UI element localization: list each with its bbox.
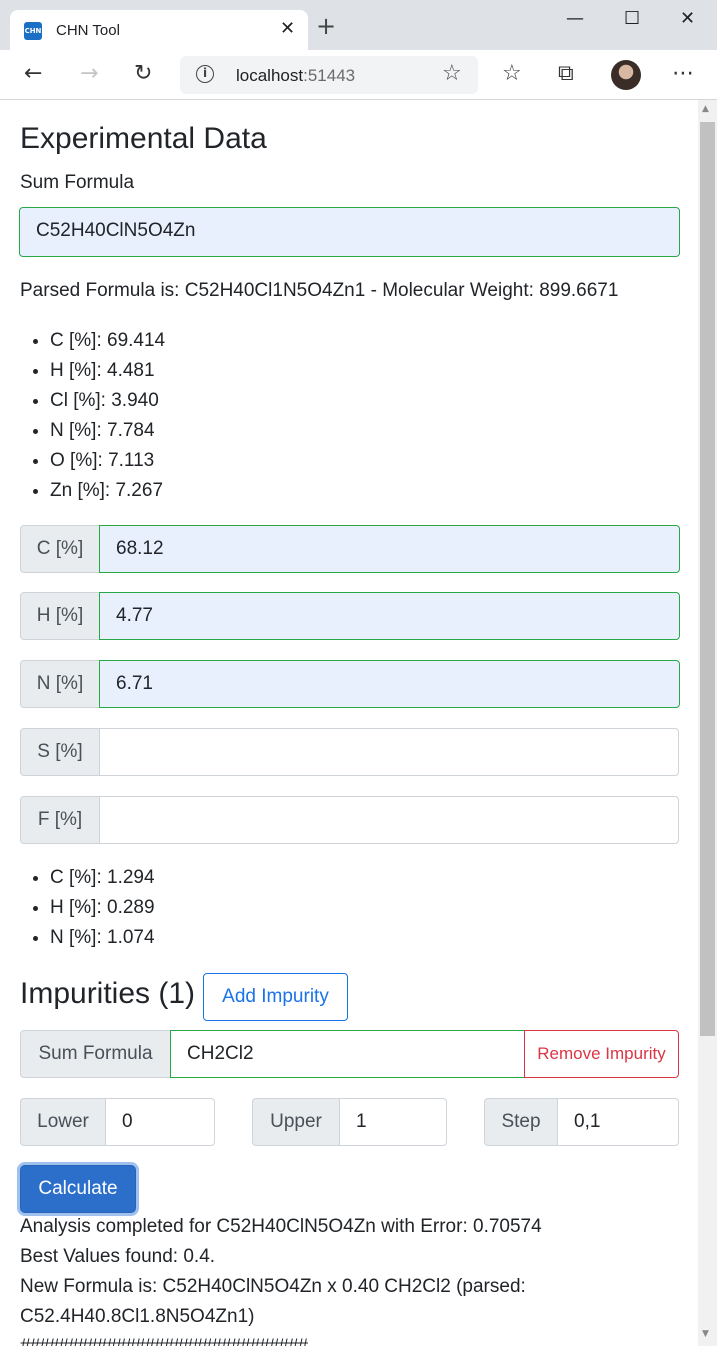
parsed-formula-text: Parsed Formula is: C52H40Cl1N5O4Zn1 - Mo… xyxy=(20,280,619,301)
page-content: Experimental Data Sum Formula C52H40ClN5… xyxy=(0,100,698,1346)
nitrogen-percent-input[interactable]: 6.71 xyxy=(99,660,680,708)
forward-icon[interactable]: → xyxy=(80,60,98,88)
list-item: N [%]: 1.074 xyxy=(50,923,155,953)
result-line-new-formula: New Formula is: C52H40ClN5O4Zn x 0.40 CH… xyxy=(20,1276,526,1297)
impurities-heading: Impurities (1) xyxy=(20,977,196,1010)
lower-label: Lower xyxy=(20,1098,106,1146)
fluorine-label: F [%] xyxy=(20,796,100,844)
result-line-analysis: Analysis completed for C52H40ClN5O4Zn wi… xyxy=(20,1216,542,1237)
browser-toolbar: ← → ↻ i localhost:51443 ☆ ☆ ⧉ ⋯ xyxy=(0,50,717,100)
list-item: O [%]: 7.113 xyxy=(50,446,165,476)
page-scrollbar[interactable]: ▲ ▼ xyxy=(698,100,717,1346)
upper-input[interactable]: 1 xyxy=(339,1098,447,1146)
refresh-icon[interactable]: ↻ xyxy=(134,60,152,88)
nitrogen-label: N [%] xyxy=(20,660,100,708)
sulfur-percent-input[interactable] xyxy=(99,728,679,776)
experimental-data-heading: Experimental Data xyxy=(20,122,267,155)
window-close-icon[interactable]: ✕ xyxy=(680,8,695,29)
list-item: H [%]: 4.481 xyxy=(50,356,165,386)
hydrogen-percent-input[interactable]: 4.77 xyxy=(99,592,680,640)
tab-title: CHN Tool xyxy=(56,22,120,39)
remove-impurity-button[interactable]: Remove Impurity xyxy=(524,1030,679,1078)
favorites-icon[interactable]: ☆ xyxy=(502,60,522,88)
calculate-button[interactable]: Calculate xyxy=(20,1165,136,1213)
more-menu-icon[interactable]: ⋯ xyxy=(672,60,694,88)
add-impurity-button[interactable]: Add Impurity xyxy=(203,973,348,1021)
lower-input[interactable]: 0 xyxy=(105,1098,215,1146)
impurity-sum-formula-label: Sum Formula xyxy=(20,1030,171,1078)
step-label: Step xyxy=(484,1098,558,1146)
sum-formula-input[interactable]: C52H40ClN5O4Zn xyxy=(19,207,680,257)
scroll-up-arrow-icon[interactable]: ▲ xyxy=(702,104,709,114)
address-url[interactable]: localhost:51443 xyxy=(236,66,355,86)
favorite-star-icon[interactable]: ☆ xyxy=(442,61,462,86)
upper-label: Upper xyxy=(252,1098,340,1146)
address-bar[interactable]: i localhost:51443 ☆ xyxy=(180,56,478,94)
list-item: C [%]: 69.414 xyxy=(50,326,165,356)
hydrogen-label: H [%] xyxy=(20,592,100,640)
impurity-formula-input[interactable]: CH2Cl2 xyxy=(170,1030,525,1078)
collections-icon[interactable]: ⧉ xyxy=(558,60,574,88)
list-item: H [%]: 0.289 xyxy=(50,893,155,923)
step-input[interactable]: 0,1 xyxy=(557,1098,679,1146)
fluorine-percent-input[interactable] xyxy=(99,796,679,844)
deviation-list: C [%]: 1.294 H [%]: 0.289 N [%]: 1.074 xyxy=(50,863,155,953)
result-line-parsed: C52.4H40.8Cl1.8N5O4Zn1) xyxy=(20,1306,255,1327)
scroll-down-arrow-icon[interactable]: ▼ xyxy=(702,1329,709,1339)
maximize-icon[interactable]: ☐ xyxy=(624,8,640,29)
minimize-icon[interactable]: — xyxy=(566,8,584,29)
list-item: Cl [%]: 3.940 xyxy=(50,386,165,416)
app-favicon-icon: CHN xyxy=(24,22,42,40)
new-tab-icon[interactable]: + xyxy=(316,14,336,38)
tab-close-icon[interactable]: ✕ xyxy=(280,18,295,39)
scroll-thumb[interactable] xyxy=(700,122,715,1036)
sulfur-label: S [%] xyxy=(20,728,100,776)
profile-avatar[interactable] xyxy=(611,60,641,90)
browser-tab[interactable]: CHN CHN Tool ✕ xyxy=(10,10,308,50)
carbon-percent-input[interactable]: 68.12 xyxy=(99,525,680,573)
result-line-best-values: Best Values found: 0.4. xyxy=(20,1246,216,1267)
list-item: C [%]: 1.294 xyxy=(50,863,155,893)
browser-titlebar: CHN CHN Tool ✕ + — ☐ ✕ xyxy=(0,0,717,50)
list-item: Zn [%]: 7.267 xyxy=(50,476,165,506)
result-separator: ############################## xyxy=(20,1332,308,1346)
carbon-label: C [%] xyxy=(20,525,100,573)
list-item: N [%]: 7.784 xyxy=(50,416,165,446)
back-icon[interactable]: ← xyxy=(24,60,42,88)
calculated-composition-list: C [%]: 69.414 H [%]: 4.481 Cl [%]: 3.940… xyxy=(50,326,165,506)
site-info-icon[interactable]: i xyxy=(196,65,214,83)
sum-formula-label: Sum Formula xyxy=(20,172,135,193)
